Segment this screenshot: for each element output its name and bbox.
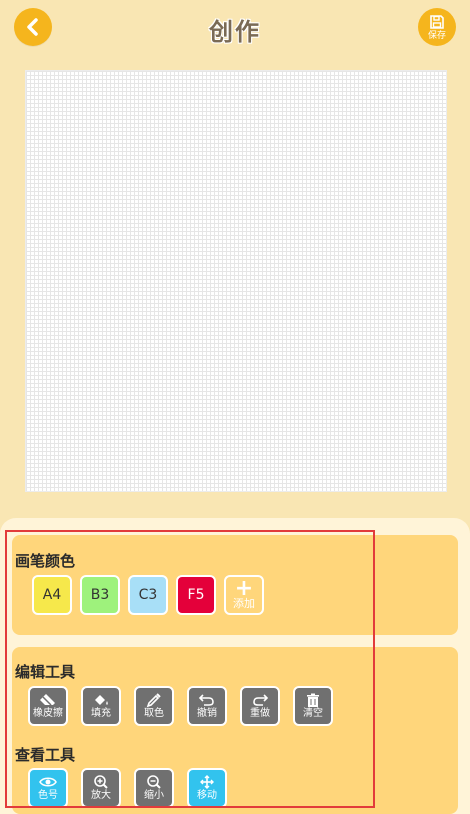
color-swatch-f5[interactable]: F5	[176, 575, 216, 615]
tools-card	[12, 647, 458, 814]
redo-button[interactable]: 重做	[240, 686, 280, 726]
zoom-in-button[interactable]: 放大	[81, 768, 121, 808]
zoom-out-icon	[147, 775, 161, 789]
move-icon	[200, 775, 214, 789]
floppy-disk-icon	[430, 14, 444, 29]
fill-button[interactable]: 填充	[81, 686, 121, 726]
undo-icon	[198, 694, 214, 706]
edit-tools-title: 编辑工具	[15, 663, 76, 681]
move-button[interactable]: 移动	[187, 768, 227, 808]
tool-label: 放大	[91, 790, 111, 801]
tool-label: 色号	[38, 790, 58, 801]
color-swatch-c3[interactable]: C3	[128, 575, 168, 615]
brush-colors-title: 画笔颜色	[15, 552, 76, 570]
page-title: 创作	[209, 18, 261, 46]
view-tools-title: 查看工具	[15, 746, 76, 764]
add-color-button[interactable]: + 添加	[224, 575, 264, 615]
undo-button[interactable]: 撤销	[187, 686, 227, 726]
zoom-out-button[interactable]: 缩小	[134, 768, 174, 808]
paint-bucket-icon	[95, 695, 108, 705]
eyedropper-icon	[146, 693, 161, 707]
tool-label: 移动	[197, 790, 217, 801]
color-number-button[interactable]: 色号	[28, 768, 68, 808]
eraser-button[interactable]: 橡皮擦	[28, 686, 68, 726]
tool-label: 取色	[144, 708, 164, 719]
tool-label: 填充	[91, 708, 111, 719]
redo-icon	[253, 694, 269, 706]
save-button[interactable]: 保存	[418, 8, 456, 46]
swatch-label: C3	[138, 587, 158, 603]
tool-label: 重做	[250, 708, 270, 719]
clear-button[interactable]: 清空	[293, 686, 333, 726]
top-bar: 创作 保存	[0, 0, 470, 60]
eye-icon	[39, 777, 57, 787]
swatch-label: F5	[187, 587, 205, 603]
tool-label: 缩小	[144, 790, 164, 801]
eraser-icon	[40, 694, 55, 706]
pixel-canvas[interactable]	[25, 70, 447, 492]
trash-icon	[307, 693, 319, 707]
save-label: 保存	[427, 30, 446, 41]
tool-label: 撤销	[197, 708, 217, 719]
color-swatch-b3[interactable]: B3	[80, 575, 120, 615]
add-color-label: 添加	[233, 597, 255, 610]
tool-label: 橡皮擦	[33, 708, 63, 719]
swatch-label: B3	[90, 587, 110, 603]
pick-color-button[interactable]: 取色	[134, 686, 174, 726]
tool-label: 清空	[303, 708, 323, 719]
color-swatch-a4[interactable]: A4	[32, 575, 72, 615]
swatch-label: A4	[42, 587, 62, 603]
zoom-in-icon	[94, 775, 108, 789]
plus-icon: +	[234, 576, 254, 601]
